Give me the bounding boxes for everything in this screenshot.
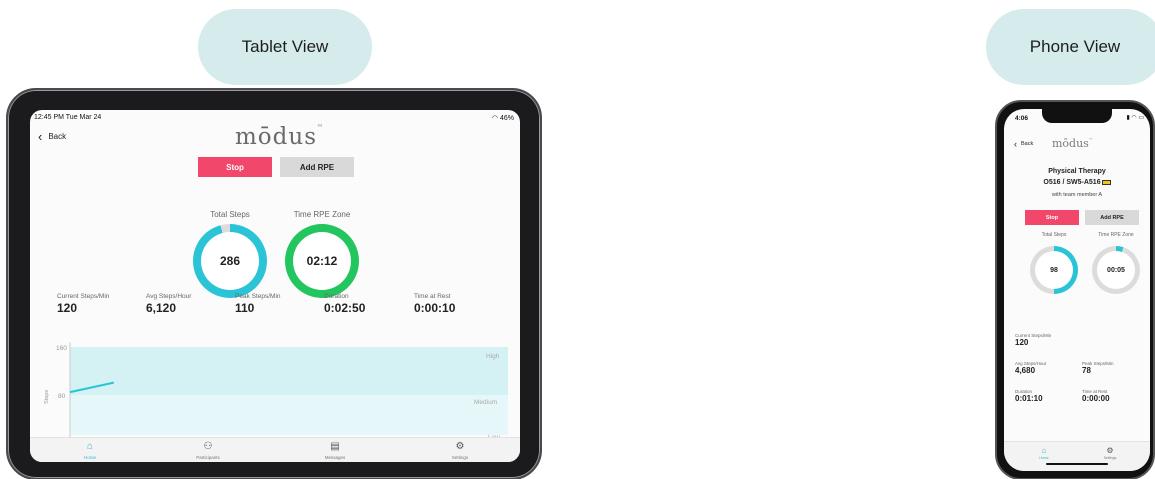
stat-peak-steps: Peak Steps/Min 110 <box>235 293 281 315</box>
chevron-left-icon: ‹ <box>38 128 43 144</box>
battery-icon <box>1101 179 1111 185</box>
add-rpe-button[interactable]: Add RPE <box>1085 210 1139 225</box>
gear-icon: ⚙ <box>1106 446 1114 455</box>
zone-medium-band <box>70 395 508 435</box>
total-steps-label: Total Steps <box>1041 232 1067 238</box>
home-icon: ⌂ <box>86 441 94 452</box>
stat-duration: Duration 0:01:10 <box>1015 389 1043 403</box>
wifi-icon: ◠ <box>491 115 500 122</box>
stop-button[interactable]: Stop <box>198 157 272 177</box>
time-rpe-value: 02:12 <box>306 254 338 268</box>
phone-device: 4:06 ▮ ◠ ▭ ‹ Back mōdus™ Physical Therap… <box>995 100 1155 479</box>
y-axis-label: Steps <box>44 390 50 404</box>
gear-icon: ⚙ <box>455 441 465 452</box>
stat-peak-steps: Peak Steps/Min 78 <box>1082 361 1114 375</box>
tab-bar: ⌂ Home ⚙ Settings <box>1004 441 1150 471</box>
total-steps-label: Total Steps <box>210 210 250 219</box>
device-id: O516 / SW5-A516 <box>1004 179 1150 186</box>
zone-high-band <box>70 347 508 395</box>
add-rpe-button[interactable]: Add RPE <box>280 157 354 177</box>
session-title: Physical Therapy <box>1048 168 1106 175</box>
modus-logo: mōdus™ <box>235 124 324 150</box>
participants-icon: ⚇ <box>203 441 213 452</box>
tab-home[interactable]: ⌂ Home <box>1024 446 1064 460</box>
status-time: 12:45 PM Tue Mar 24 <box>34 114 102 121</box>
steps-chart: 160 80 Steps High Medium Low <box>44 342 508 442</box>
total-steps-ring: 98 <box>1030 246 1078 294</box>
status-bar: 12:45 PM Tue Mar 24 ◠ 46% <box>30 114 520 124</box>
back-button[interactable]: ‹ Back <box>38 128 67 144</box>
chevron-left-icon: ‹ <box>1014 138 1017 149</box>
time-rpe-label: Time RPE Zone <box>293 210 351 219</box>
phone-notch <box>1042 109 1112 123</box>
tab-home[interactable]: ⌂ Home <box>60 441 120 460</box>
zone-label-medium: Medium <box>474 399 497 406</box>
messages-icon: ▤ <box>330 441 340 452</box>
home-indicator <box>1046 463 1108 465</box>
tab-settings[interactable]: ⚙ Settings <box>430 441 490 460</box>
time-rpe-ring: 02:12 <box>285 224 359 298</box>
tablet-screen: 12:45 PM Tue Mar 24 ◠ 46% ‹ Back mōdus™ … <box>30 110 520 462</box>
stat-current-steps: Current Steps/Min 120 <box>57 293 110 315</box>
tablet-device: 12:45 PM Tue Mar 24 ◠ 46% ‹ Back mōdus™ … <box>6 88 542 479</box>
status-icons: ▮ ◠ ▭ <box>1126 115 1144 121</box>
battery-indicator: ◠ 46% <box>492 114 514 122</box>
stat-avg-steps: Avg Steps/Hour 6,120 <box>146 293 192 315</box>
back-label: Back <box>1021 141 1034 147</box>
y-tick-80: 80 <box>58 393 66 400</box>
tab-bar: ⌂ Home ⚇ Participants ▤ Messages ⚙ Settings <box>30 437 520 462</box>
stat-duration: Duration 0:02:50 <box>324 293 366 315</box>
tab-messages[interactable]: ▤ Messages <box>305 441 365 460</box>
home-icon: ⌂ <box>1041 446 1047 455</box>
total-steps-value: 286 <box>219 254 241 268</box>
time-rpe-label: Time RPE Zone <box>1098 232 1134 238</box>
team-member-label: with team member A <box>1051 192 1103 198</box>
stat-avg-steps: Avg Steps/Hour 4,680 <box>1015 361 1047 375</box>
stat-current-steps: Current Steps/Min 120 <box>1015 333 1052 347</box>
zone-label-high: High <box>486 353 500 360</box>
back-label: Back <box>48 132 67 141</box>
phone-screen: 4:06 ▮ ◠ ▭ ‹ Back mōdus™ Physical Therap… <box>1004 109 1150 471</box>
stat-time-at-rest: Time at Rest 0:00:10 <box>414 293 456 315</box>
time-rpe-value: 00:05 <box>1107 266 1125 274</box>
battery-percent: 46% <box>499 115 514 122</box>
stat-time-at-rest: Time at Rest 0:00:00 <box>1082 389 1110 403</box>
stop-button[interactable]: Stop <box>1025 210 1079 225</box>
time-rpe-ring: 00:05 <box>1092 246 1140 294</box>
y-tick-160: 160 <box>56 345 67 352</box>
tab-participants[interactable]: ⚇ Participants <box>178 441 238 460</box>
tab-settings[interactable]: ⚙ Settings <box>1090 446 1130 460</box>
phone-view-label: Phone View <box>986 9 1155 85</box>
modus-logo: mōdus™ <box>1052 137 1093 150</box>
total-steps-value: 98 <box>1050 266 1058 274</box>
back-button[interactable]: ‹ Back <box>1014 138 1034 149</box>
total-steps-ring: 286 <box>193 224 267 298</box>
tablet-view-label: Tablet View <box>198 9 372 85</box>
status-time: 4:06 <box>1015 115 1029 122</box>
